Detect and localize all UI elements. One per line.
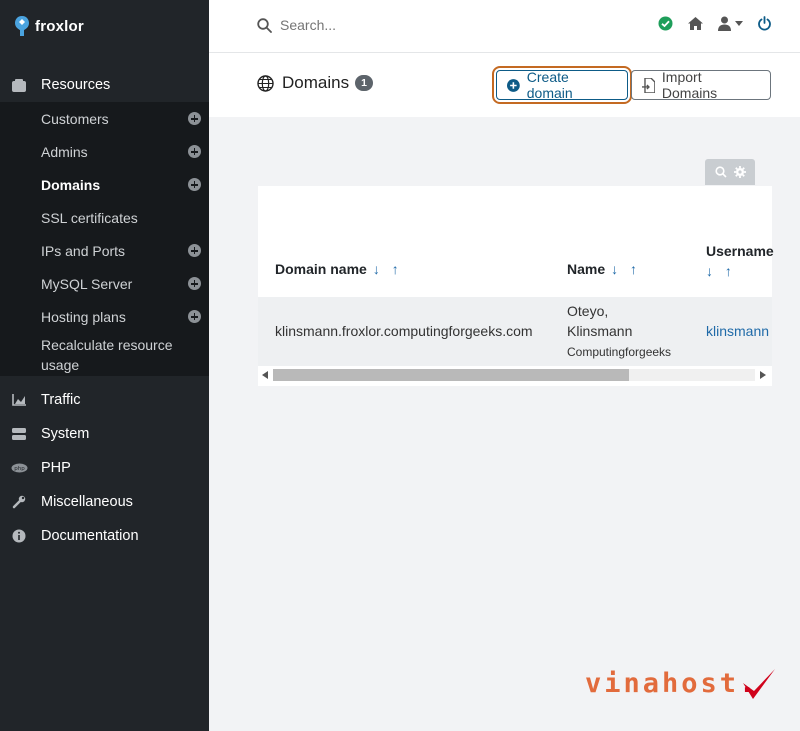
sidebar-item-ssl-certificates[interactable]: SSL certificates	[0, 201, 209, 234]
column-header-label: Domain name	[275, 261, 367, 277]
top-icons	[658, 16, 772, 31]
svg-text:php: php	[14, 466, 25, 472]
php-icon: php	[10, 460, 28, 476]
table-search-icon[interactable]	[714, 166, 727, 178]
nav-resources-label: Resources	[41, 77, 111, 93]
globe-icon	[257, 74, 274, 92]
sidebar: froxlor Resources Customers Admins Domai…	[0, 0, 209, 731]
home-icon[interactable]	[687, 16, 704, 31]
sidebar-item-documentation[interactable]: Documentation	[0, 519, 209, 553]
sidebar-section-label: Traffic	[41, 392, 81, 408]
column-header-label: Username	[706, 243, 774, 259]
sidebar-item-label: Customers	[41, 110, 109, 127]
watermark-check-icon	[743, 669, 775, 699]
company-cell: Computingforgeeks	[567, 345, 672, 359]
sidebar-item-customers[interactable]: Customers	[0, 102, 209, 135]
domain-cell[interactable]: klinsmann.froxlor.computingforgeeks.com	[275, 323, 533, 339]
column-header-username[interactable]: Username ↓ ↑	[706, 241, 774, 281]
nav-resources: Resources Customers Admins Domains SSL c…	[0, 68, 209, 376]
sort-arrows-icon[interactable]: ↓ ↑	[373, 261, 403, 277]
gear-icon[interactable]	[733, 166, 746, 178]
nav-resources-head[interactable]: Resources	[0, 68, 209, 102]
topbar	[209, 0, 800, 53]
name-line-2: Klinsmann	[567, 323, 633, 339]
sidebar-item-traffic[interactable]: Traffic	[0, 383, 209, 417]
sidebar-item-label: SSL certificates	[41, 209, 138, 226]
sidebar-item-recalculate[interactable]: Recalculate resource usage	[0, 333, 209, 376]
plus-circle-icon	[507, 78, 520, 92]
sidebar-section-label: Documentation	[41, 528, 139, 544]
add-mysql-server-icon[interactable]	[188, 277, 201, 290]
page-title: Domains 1	[257, 73, 373, 93]
search-icon	[257, 17, 272, 33]
sidebar-section-label: PHP	[41, 460, 71, 476]
sidebar-item-system[interactable]: System	[0, 417, 209, 451]
sidebar-item-php[interactable]: php PHP	[0, 451, 209, 485]
sidebar-item-label: Recalculate resource usage	[41, 336, 173, 373]
sort-arrows-icon[interactable]: ↓ ↑	[706, 261, 774, 281]
create-domain-label: Create domain	[526, 69, 573, 101]
sidebar-item-label: Hosting plans	[41, 308, 126, 325]
column-header-label: Name	[567, 261, 606, 277]
page-title-text: Domains	[282, 73, 350, 92]
name-line-1: Oteyo,	[567, 303, 609, 319]
power-icon[interactable]	[757, 16, 772, 31]
info-icon	[10, 528, 28, 544]
file-import-icon	[642, 77, 655, 93]
sidebar-item-hosting-plans[interactable]: Hosting plans	[0, 300, 209, 333]
user-menu[interactable]	[718, 16, 743, 31]
server-icon	[10, 426, 28, 442]
search-input[interactable]	[280, 17, 480, 33]
add-hosting-plan-icon[interactable]	[188, 310, 201, 323]
page-header: Domains 1 Create domain Import Domains	[209, 53, 800, 117]
chevron-down-icon	[735, 21, 743, 26]
user-icon	[718, 16, 731, 31]
scroll-right-icon[interactable]	[760, 371, 766, 379]
table-tools	[705, 159, 755, 185]
sidebar-item-mysql-server[interactable]: MySQL Server	[0, 267, 209, 300]
sidebar-item-domains[interactable]: Domains	[0, 168, 209, 201]
import-domains-button[interactable]: Import Domains	[631, 69, 771, 101]
sidebar-item-ips-and-ports[interactable]: IPs and Ports	[0, 234, 209, 267]
sort-arrows-icon[interactable]: ↓ ↑	[611, 261, 641, 277]
sidebar-item-admins[interactable]: Admins	[0, 135, 209, 168]
froxlor-logo-icon	[15, 16, 29, 36]
watermark: vinahost.	[585, 668, 758, 699]
sidebar-item-label: Domains	[41, 176, 101, 193]
create-domain-button[interactable]: Create domain	[492, 66, 632, 104]
search-box[interactable]	[257, 17, 480, 33]
username-link[interactable]: klinsmann	[706, 323, 772, 339]
brand[interactable]: froxlor	[0, 0, 209, 52]
add-admin-icon[interactable]	[188, 145, 201, 158]
scroll-left-icon[interactable]	[262, 371, 268, 379]
sidebar-item-label: IPs and Ports	[41, 242, 126, 259]
nav-sections: Traffic System php PHP Miscellaneous Doc…	[0, 383, 209, 553]
sidebar-section-label: Miscellaneous	[41, 494, 133, 510]
column-header-domain[interactable]: Domain name ↓ ↑	[275, 261, 403, 277]
wrench-icon	[10, 494, 28, 510]
sidebar-item-miscellaneous[interactable]: Miscellaneous	[0, 485, 209, 519]
sidebar-item-label: Admins	[41, 143, 88, 160]
add-ip-icon[interactable]	[188, 244, 201, 257]
scrollbar-thumb[interactable]	[273, 369, 629, 381]
sidebar-item-label: MySQL Server	[41, 275, 133, 292]
domain-count-badge: 1	[355, 75, 373, 91]
add-customer-icon[interactable]	[188, 112, 201, 125]
import-domains-label: Import Domains	[661, 69, 718, 101]
database-icon	[10, 77, 28, 93]
brand-name: froxlor	[35, 17, 84, 35]
chart-icon	[10, 392, 28, 408]
resources-submenu: Customers Admins Domains SSL certificate…	[0, 102, 209, 376]
add-domain-icon[interactable]	[188, 178, 201, 191]
column-header-name[interactable]: Name ↓ ↑	[567, 261, 641, 277]
sidebar-section-label: System	[41, 426, 90, 442]
status-check-icon	[658, 16, 673, 31]
watermark-text: vinahost	[585, 668, 740, 699]
